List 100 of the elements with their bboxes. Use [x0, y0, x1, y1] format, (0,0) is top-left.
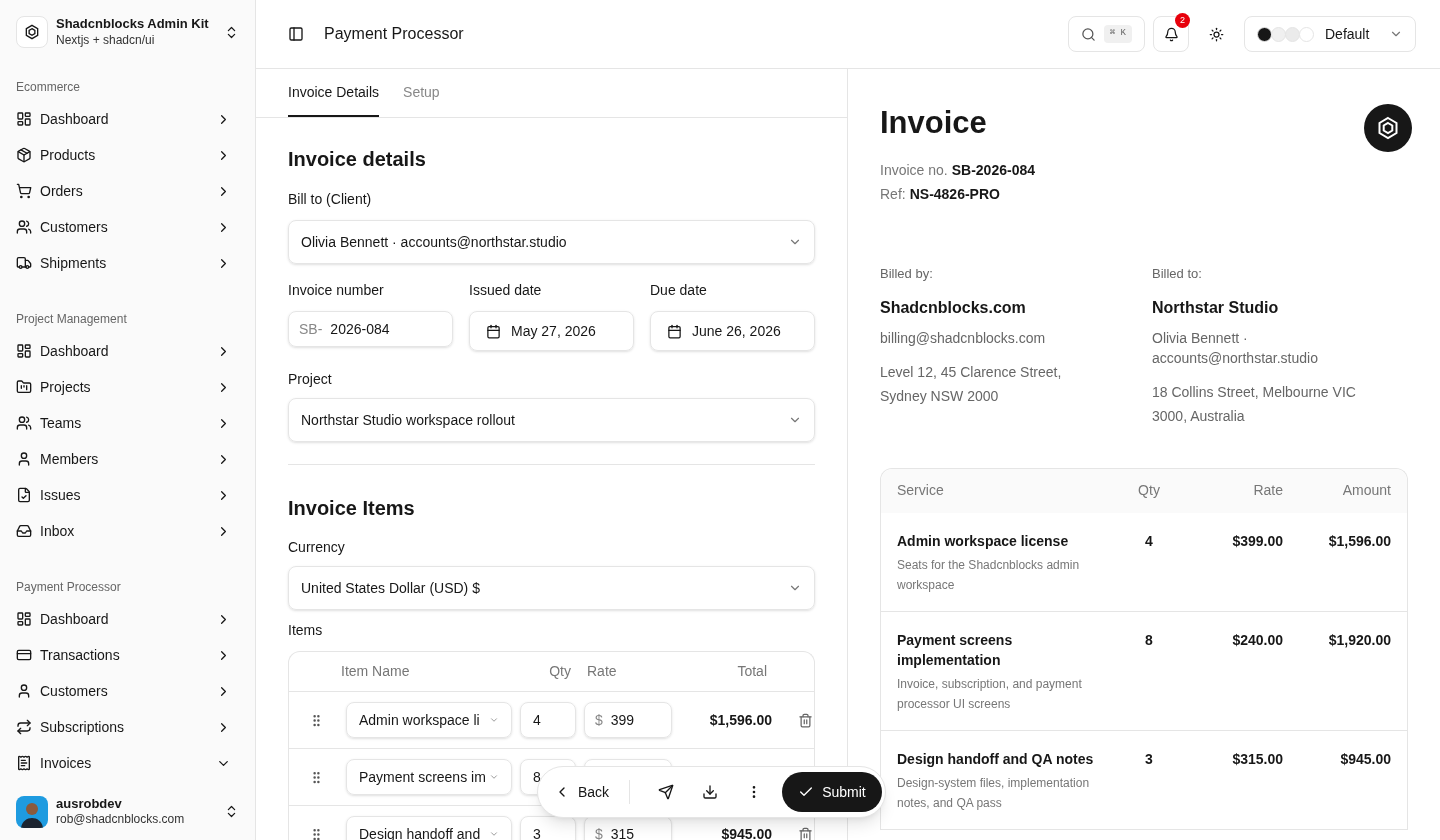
- sidebar-item[interactable]: Dashboard: [16, 333, 239, 369]
- party-email: billing@shadcnblocks.com: [880, 328, 1047, 348]
- currency-symbol: $: [595, 824, 603, 840]
- tab[interactable]: Invoice Details: [288, 69, 380, 117]
- field-value: 2026-084: [330, 319, 390, 339]
- qty-field[interactable]: 4: [520, 702, 576, 738]
- column-header: Rate: [587, 662, 618, 681]
- cart-icon: [16, 183, 32, 199]
- user-icon: [16, 451, 32, 467]
- receipt-icon: [16, 755, 32, 771]
- invoice-number: SB-2026-084: [951, 162, 1035, 178]
- service-name: Design handoff and QA notes: [897, 749, 1095, 769]
- delete-icon[interactable]: [798, 826, 813, 840]
- date-picker[interactable]: May 27, 2026: [469, 311, 634, 351]
- avatar: [16, 795, 48, 828]
- sidebar-item[interactable]: Products: [16, 137, 239, 173]
- sidebar-item[interactable]: Invoices: [16, 745, 239, 781]
- party-label: Billed by:: [880, 265, 934, 283]
- workspace-subtitle: Nextjs + shadcn/ui: [56, 32, 156, 48]
- sidebar-item[interactable]: Customers: [16, 673, 239, 709]
- download-icon[interactable]: [702, 784, 719, 800]
- sidebar-item[interactable]: Dashboard: [16, 601, 239, 637]
- sidebar-item-label: Issues: [40, 485, 82, 505]
- sidebar-item-label: Subscriptions: [40, 717, 126, 737]
- sidebar-item-label: Customers: [40, 217, 109, 237]
- delete-icon[interactable]: [798, 712, 813, 728]
- invoice-number-label: Invoice no.: [880, 162, 948, 178]
- sidebar-toggle-icon[interactable]: [288, 26, 304, 42]
- sidebar-item-label: Teams: [40, 413, 83, 433]
- column-header: Qty: [548, 662, 572, 681]
- sidebar-item-label: Orders: [40, 181, 84, 201]
- chevron-down-icon: [489, 829, 499, 839]
- theme-toggle-icon[interactable]: [1209, 26, 1224, 42]
- clipboard-icon: [16, 487, 32, 503]
- field-label: Due date: [650, 281, 708, 300]
- sidebar-item[interactable]: Members: [16, 441, 239, 477]
- sidebar-item[interactable]: Customers: [16, 209, 239, 245]
- theme-select[interactable]: Default: [1244, 16, 1416, 52]
- sidebar-item[interactable]: Shipments: [16, 245, 239, 281]
- column-header: Item Name: [341, 662, 411, 681]
- amount-cell-text: $1,920.00: [1327, 630, 1391, 650]
- currency-select[interactable]: United States Dollar (USD) $: [288, 566, 815, 610]
- back-button[interactable]: Back: [554, 774, 626, 810]
- column-header: Amount: [1341, 481, 1391, 500]
- field-label: Invoice number: [288, 281, 385, 300]
- field-label: Bill to (Client): [288, 190, 373, 209]
- project-select[interactable]: Northstar Studio workspace rollout: [288, 398, 815, 442]
- section-label: Project Management: [16, 311, 128, 328]
- box-icon: [16, 147, 32, 163]
- column-header: Qty: [1137, 481, 1161, 500]
- folder-icon: [16, 379, 32, 395]
- sidebar-item[interactable]: Projects: [16, 369, 239, 405]
- rate-value: 399: [610, 710, 635, 730]
- sidebar-item[interactable]: Teams: [16, 405, 239, 441]
- invoice-number-field[interactable]: SB- 2026-084: [288, 311, 453, 347]
- sidebar-item[interactable]: Dashboard: [16, 101, 239, 137]
- logo-icon: [24, 24, 40, 40]
- truck-icon: [16, 255, 32, 271]
- shortcut-key: ⌘ K: [1103, 25, 1132, 43]
- search-button[interactable]: ⌘ K: [1067, 16, 1145, 52]
- tab[interactable]: Setup: [403, 69, 440, 117]
- sidebar-item[interactable]: Issues: [16, 477, 239, 513]
- ref-number: NS-4826-PRO: [909, 186, 1000, 202]
- item-total: $945.00: [720, 824, 772, 840]
- notification-count: 2: [1175, 13, 1190, 28]
- notifications-button[interactable]: 2: [1153, 16, 1189, 52]
- sidebar-item[interactable]: Subscriptions: [16, 709, 239, 745]
- client-select[interactable]: Olivia Bennett · accounts@northstar.studio: [288, 220, 815, 264]
- page-title: Payment Processor: [324, 24, 465, 44]
- sidebar-item[interactable]: Inbox: [16, 513, 239, 549]
- service-name: Admin workspace license: [897, 531, 1070, 551]
- sidebar-item[interactable]: Orders: [16, 173, 239, 209]
- qty-cell-text: 4: [1144, 531, 1154, 551]
- date-picker[interactable]: June 26, 2026: [650, 311, 815, 351]
- user-icon: [16, 683, 32, 699]
- user-name: ausrobdev: [56, 795, 123, 813]
- section-label: Payment Processor: [16, 579, 122, 596]
- send-icon[interactable]: [658, 784, 675, 800]
- invoice-title: Invoice: [880, 107, 988, 138]
- rate-field[interactable]: $ 399: [584, 702, 672, 738]
- sidebar-item-label: Dashboard: [40, 609, 110, 629]
- column-header: Rate: [1252, 481, 1283, 500]
- sidebar-item-label: Inbox: [40, 521, 76, 541]
- service-name: Payment screens implementation: [897, 630, 1014, 670]
- user-menu[interactable]: ausrobdev rob@shadcnblocks.com: [16, 795, 239, 828]
- party-email: Olivia Bennett · accounts@northstar.studio: [1152, 328, 1319, 368]
- rate-value: 315: [610, 824, 635, 840]
- logo-icon: [1376, 116, 1400, 140]
- field-label: Items: [288, 621, 324, 640]
- workspace-switcher[interactable]: Shadcnblocks Admin Kit Nextjs + shadcn/ui: [16, 16, 239, 48]
- inbox-icon: [16, 523, 32, 539]
- party-address: 18 Collins Street, Melbourne VIC 3000, Australia: [1152, 382, 1357, 426]
- section-label: Ecommerce: [16, 79, 81, 96]
- item-name-select[interactable]: Payment screens im: [346, 759, 512, 795]
- sidebar-item[interactable]: Transactions: [16, 637, 239, 673]
- item-name-select[interactable]: Admin workspace li: [346, 702, 512, 738]
- submit-button[interactable]: Submit: [782, 772, 882, 812]
- service-description: Seats for the Shadcnblocks admin workspace: [897, 556, 1081, 594]
- rate-cell-text: $315.00: [1231, 749, 1283, 769]
- qty-cell-text: 8: [1144, 630, 1154, 650]
